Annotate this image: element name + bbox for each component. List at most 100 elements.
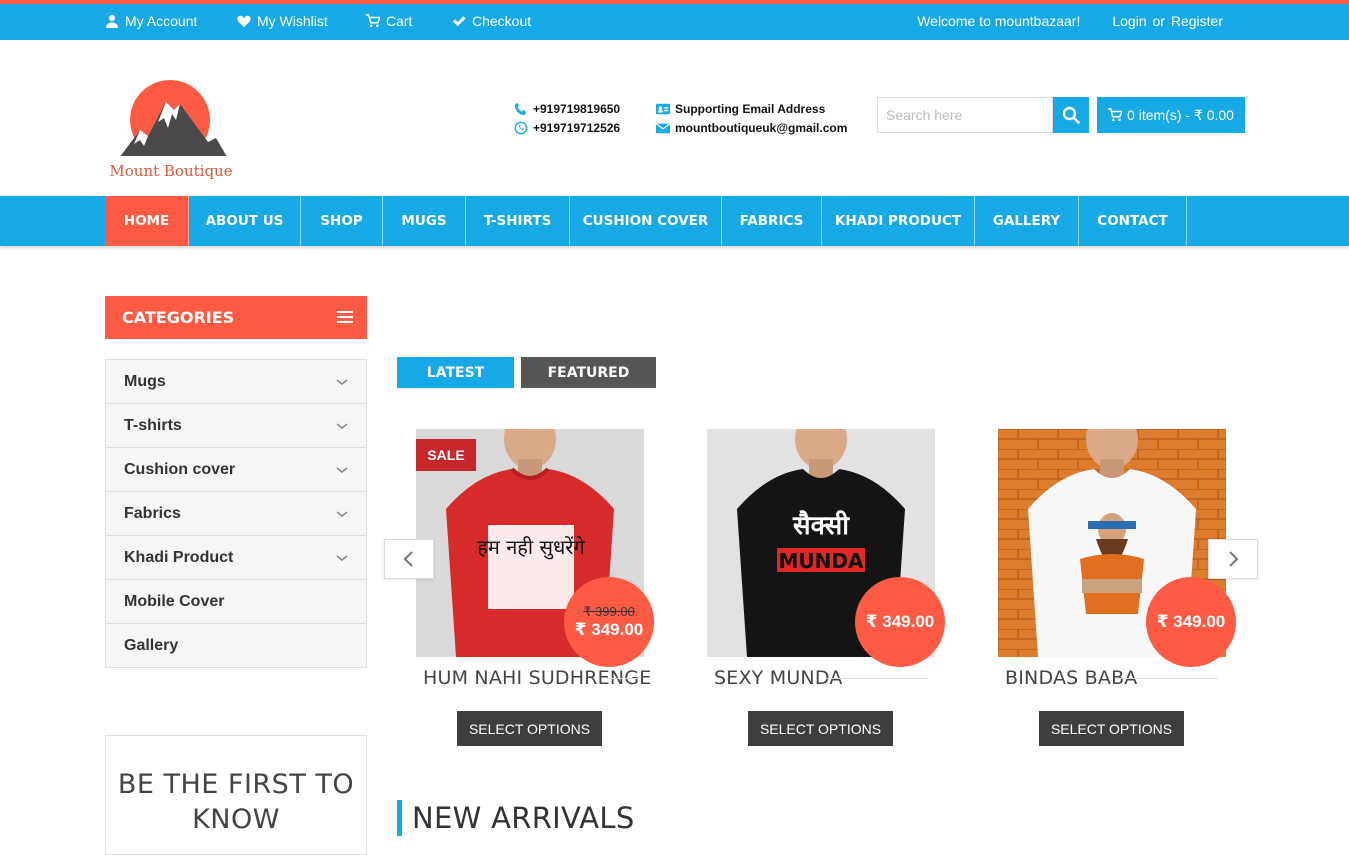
price-badge: ₹ 349.00 xyxy=(855,577,945,667)
current-price: ₹ 349.00 xyxy=(1156,612,1226,631)
email-row[interactable]: mountboutiqueuk@gmail.com xyxy=(656,121,847,135)
chevron-down-icon[interactable] xyxy=(336,376,348,388)
category-mugs[interactable]: Mugs xyxy=(106,360,366,404)
cart-icon xyxy=(366,14,380,28)
phone-icon xyxy=(514,102,527,116)
shirt-print-text: हम नही सुधरेंगे xyxy=(477,535,585,560)
menu-icon xyxy=(337,311,353,326)
site-logo[interactable]: Mount Boutique xyxy=(108,78,234,182)
my-account-link[interactable]: My Account xyxy=(105,13,197,29)
heart-icon xyxy=(237,15,251,28)
whatsapp-contact: +919719712526 xyxy=(514,121,620,135)
categories-header[interactable]: CATEGORIES xyxy=(105,296,367,339)
select-options-button[interactable]: SELECT OPTIONS xyxy=(457,711,602,746)
main-nav: HOME ABOUT US SHOP MUGS T-SHIRTS CUSHION… xyxy=(0,196,1349,246)
nav-home[interactable]: HOME xyxy=(105,196,189,246)
mountain-logo-icon: Mount Boutique xyxy=(108,80,234,182)
new-arrivals-heading: NEW ARRIVALS xyxy=(397,800,635,836)
select-options-button[interactable]: SELECT OPTIONS xyxy=(748,711,893,746)
newsletter-title-line2: KNOW xyxy=(192,804,280,835)
category-label: Gallery xyxy=(124,636,179,654)
search-button[interactable] xyxy=(1053,97,1089,133)
checkout-link[interactable]: Checkout xyxy=(452,13,531,29)
auth-links: Login or Register xyxy=(1112,13,1223,29)
shirt-print-text: सैक्सी xyxy=(792,510,850,541)
tab-latest[interactable]: LATEST xyxy=(397,357,514,388)
nav-cushion-cover[interactable]: CUSHION COVER xyxy=(570,196,722,246)
carousel-prev-button[interactable] xyxy=(384,539,434,579)
chevron-right-icon xyxy=(1229,551,1239,567)
check-icon xyxy=(452,16,466,27)
title-divider xyxy=(1116,678,1218,679)
category-label: T-shirts xyxy=(124,416,182,434)
category-t-shirts[interactable]: T-shirts xyxy=(106,404,366,448)
title-divider xyxy=(825,678,927,679)
id-card-icon xyxy=(656,103,670,115)
nav-shop[interactable]: SHOP xyxy=(301,196,383,246)
welcome-text: Welcome to mountbazaar! xyxy=(917,13,1081,29)
nav-contact[interactable]: CONTACT xyxy=(1079,196,1187,246)
email-label-row: Supporting Email Address xyxy=(656,102,825,116)
phone-contact: +919719819650 xyxy=(514,102,620,116)
user-icon xyxy=(105,14,119,28)
shirt-print-text-2: MUNDA xyxy=(779,549,864,573)
chevron-down-icon[interactable] xyxy=(336,420,348,432)
search-icon xyxy=(1062,106,1080,124)
select-options-button[interactable]: SELECT OPTIONS xyxy=(1039,711,1184,746)
current-price: ₹ 349.00 xyxy=(865,612,935,631)
nav-khadi-product[interactable]: KHADI PRODUCT xyxy=(822,196,975,246)
category-fabrics[interactable]: Fabrics xyxy=(106,492,366,536)
my-wishlist-link[interactable]: My Wishlist xyxy=(237,13,328,29)
old-price: ₹ 399.00 xyxy=(583,604,635,619)
chevron-down-icon[interactable] xyxy=(336,464,348,476)
chevron-down-icon[interactable] xyxy=(336,552,348,564)
carousel-next-button[interactable] xyxy=(1208,539,1258,579)
nav-mugs[interactable]: MUGS xyxy=(383,196,466,246)
my-wishlist-label: My Wishlist xyxy=(257,13,328,29)
newsletter-title-line1: BE THE FIRST TO xyxy=(117,769,355,800)
logo-text: Mount Boutique xyxy=(109,162,232,180)
email-address: mountboutiqueuk@gmail.com xyxy=(675,121,848,135)
cart-link[interactable]: Cart xyxy=(366,13,412,29)
category-label: Khadi Product xyxy=(124,548,234,566)
current-price: ₹ 349.00 xyxy=(574,620,644,639)
category-cushion-cover[interactable]: Cushion cover xyxy=(106,448,366,492)
price-badge: ₹ 399.00 ₹ 349.00 xyxy=(564,577,654,667)
product-name[interactable]: SEXY MUNDA xyxy=(714,667,843,689)
my-account-label: My Account xyxy=(125,13,198,29)
category-gallery[interactable]: Gallery xyxy=(106,624,366,667)
chevron-left-icon xyxy=(403,551,413,567)
newsletter-box: BE THE FIRST TO KNOW xyxy=(105,735,367,855)
chevron-down-icon[interactable] xyxy=(336,508,348,520)
category-label: Cushion cover xyxy=(124,460,236,478)
nav-about-us[interactable]: ABOUT US xyxy=(189,196,301,246)
category-label: Mobile Cover xyxy=(124,592,225,610)
search-input[interactable] xyxy=(877,97,1053,133)
cart-summary-button[interactable]: 0 item(s) - ₹ 0.00 xyxy=(1097,97,1245,133)
whatsapp-number: +919719712526 xyxy=(533,121,621,135)
title-divider xyxy=(607,678,637,679)
tab-featured[interactable]: FEATURED xyxy=(521,357,656,388)
newsletter-title: BE THE FIRST TO KNOW xyxy=(106,767,366,837)
login-link[interactable]: Login xyxy=(1112,13,1146,29)
or-text: or xyxy=(1152,13,1165,29)
cart-summary-label: 0 item(s) - ₹ 0.00 xyxy=(1127,106,1234,123)
cart-label: Cart xyxy=(386,13,413,29)
top-bar-right: Welcome to mountbazaar! Login or Registe… xyxy=(917,13,1223,29)
register-link[interactable]: Register xyxy=(1171,13,1223,29)
envelope-icon xyxy=(656,123,670,134)
categories-list: Mugs T-shirts Cushion cover Fabrics Khad… xyxy=(105,359,367,668)
phone-number: +919719819650 xyxy=(533,102,621,116)
cart-icon xyxy=(1108,108,1123,122)
category-label: Fabrics xyxy=(124,504,181,522)
whatsapp-icon xyxy=(514,121,528,135)
categories-title: CATEGORIES xyxy=(122,308,235,327)
nav-t-shirts[interactable]: T-SHIRTS xyxy=(466,196,570,246)
sale-badge: SALE xyxy=(416,439,476,471)
nav-gallery[interactable]: GALLERY xyxy=(975,196,1079,246)
nav-fabrics[interactable]: FABRICS xyxy=(722,196,822,246)
category-mobile-cover[interactable]: Mobile Cover xyxy=(106,580,366,624)
category-khadi-product[interactable]: Khadi Product xyxy=(106,536,366,580)
email-label: Supporting Email Address xyxy=(675,102,826,116)
price-badge: ₹ 349.00 xyxy=(1146,577,1236,667)
